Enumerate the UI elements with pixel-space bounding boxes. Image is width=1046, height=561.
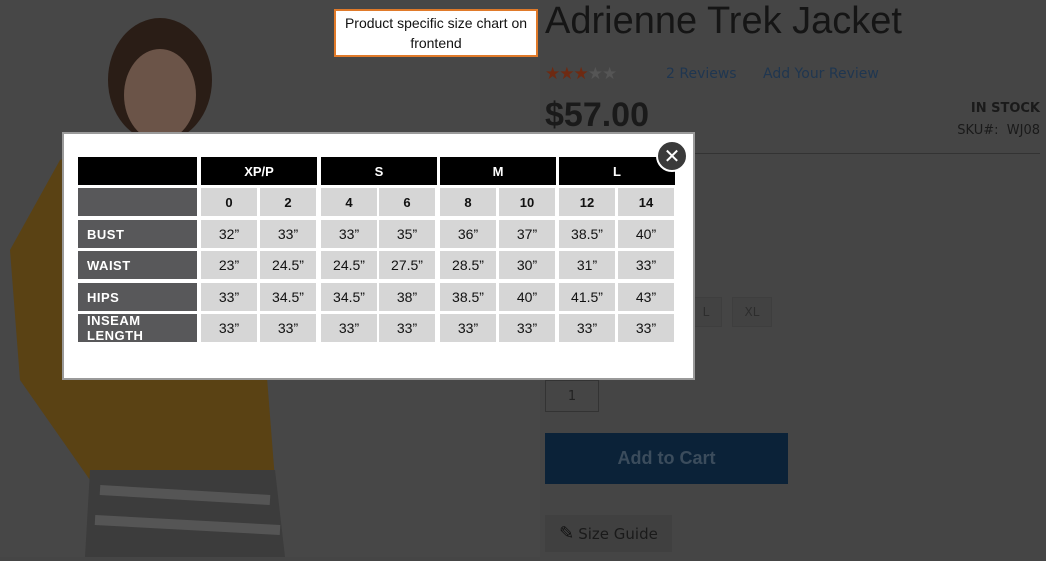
size-group-header: M xyxy=(440,157,556,185)
measurement-value: 33” xyxy=(260,220,316,248)
stock-status: IN STOCK xyxy=(970,101,1040,116)
measurement-value: 40” xyxy=(499,283,555,311)
measurement-value: 36” xyxy=(440,220,496,248)
measurement-value: 37” xyxy=(499,220,555,248)
measurement-value: 33” xyxy=(201,314,257,342)
measurement-value: 43” xyxy=(618,283,674,311)
size-number-cell: 2 xyxy=(260,188,316,216)
header-corner-cell xyxy=(78,157,197,185)
measurement-value: 34.5” xyxy=(321,283,377,311)
star-icon: ★ xyxy=(545,64,560,84)
rating-stars: ★★★★★ xyxy=(545,64,617,84)
sku: SKU#: WJ08 xyxy=(957,123,1040,138)
size-guide-button[interactable]: ✎ Size Guide xyxy=(545,515,672,552)
size-group-header: XP/P xyxy=(201,157,317,185)
sku-label: SKU#: xyxy=(957,123,999,138)
measurement-value: 33” xyxy=(618,314,674,342)
measurement-value: 33” xyxy=(260,314,316,342)
measurement-value: 30” xyxy=(499,251,555,279)
measurement-value: 23” xyxy=(201,251,257,279)
measurement-value: 41.5” xyxy=(559,283,615,311)
star-icon: ★ xyxy=(587,64,603,84)
close-icon: ✕ xyxy=(663,144,681,168)
add-review-link[interactable]: Add Your Review xyxy=(763,66,879,82)
sku-value: WJ08 xyxy=(1006,123,1040,138)
size-number-cell: 6 xyxy=(379,188,435,216)
measurement-value: 27.5” xyxy=(379,251,435,279)
product-title: Adrienne Trek Jacket xyxy=(545,0,902,42)
size-number-cell: 10 xyxy=(499,188,555,216)
measurement-value: 35” xyxy=(379,220,435,248)
product-price: $57.00 xyxy=(545,96,649,134)
size-number-cell: 4 xyxy=(321,188,377,216)
annotation-callout: Product specific size chart on frontend xyxy=(334,9,538,57)
size-group-header: S xyxy=(321,157,437,185)
star-icon: ★ xyxy=(602,64,617,84)
add-to-cart-button[interactable]: Add to Cart xyxy=(545,433,788,484)
close-modal-button[interactable]: ✕ xyxy=(656,140,688,172)
measurement-value: 33” xyxy=(201,283,257,311)
measurement-value: 32” xyxy=(201,220,257,248)
measurement-value: 24.5” xyxy=(260,251,316,279)
pencil-ruler-icon: ✎ xyxy=(559,523,575,544)
measurement-label: HIPS xyxy=(78,283,197,311)
measurement-value: 28.5” xyxy=(440,251,496,279)
star-icon: ★ xyxy=(573,64,589,84)
measurement-value: 38.5” xyxy=(440,283,496,311)
measurement-value: 33” xyxy=(559,314,615,342)
size-label-cell xyxy=(78,188,197,216)
measurement-value: 40” xyxy=(618,220,674,248)
size-number-cell: 0 xyxy=(201,188,257,216)
size-number-cell: 12 xyxy=(559,188,615,216)
size-number-cell: 14 xyxy=(618,188,674,216)
measurement-label: BUST xyxy=(78,220,197,248)
measurement-value: 24.5” xyxy=(321,251,377,279)
measurement-value: 33” xyxy=(440,314,496,342)
size-number-cell: 8 xyxy=(440,188,496,216)
measurement-value: 33” xyxy=(379,314,435,342)
star-icon: ★ xyxy=(559,64,574,84)
measurement-value: 34.5” xyxy=(260,283,316,311)
measurement-label: INSEAM LENGTH xyxy=(78,313,197,343)
size-option-xl[interactable]: XL xyxy=(732,297,772,327)
measurement-value: 33” xyxy=(618,251,674,279)
measurement-value: 38.5” xyxy=(559,220,615,248)
reviews-link[interactable]: 2 Reviews xyxy=(666,66,737,82)
measurement-value: 33” xyxy=(499,314,555,342)
measurement-value: 31” xyxy=(559,251,615,279)
size-guide-label: Size Guide xyxy=(578,524,658,543)
measurement-value: 33” xyxy=(321,220,377,248)
measurement-value: 33” xyxy=(321,314,377,342)
measurement-label: WAIST xyxy=(78,251,197,279)
measurement-value: 38” xyxy=(379,283,435,311)
quantity-input[interactable]: 1 xyxy=(545,380,599,412)
